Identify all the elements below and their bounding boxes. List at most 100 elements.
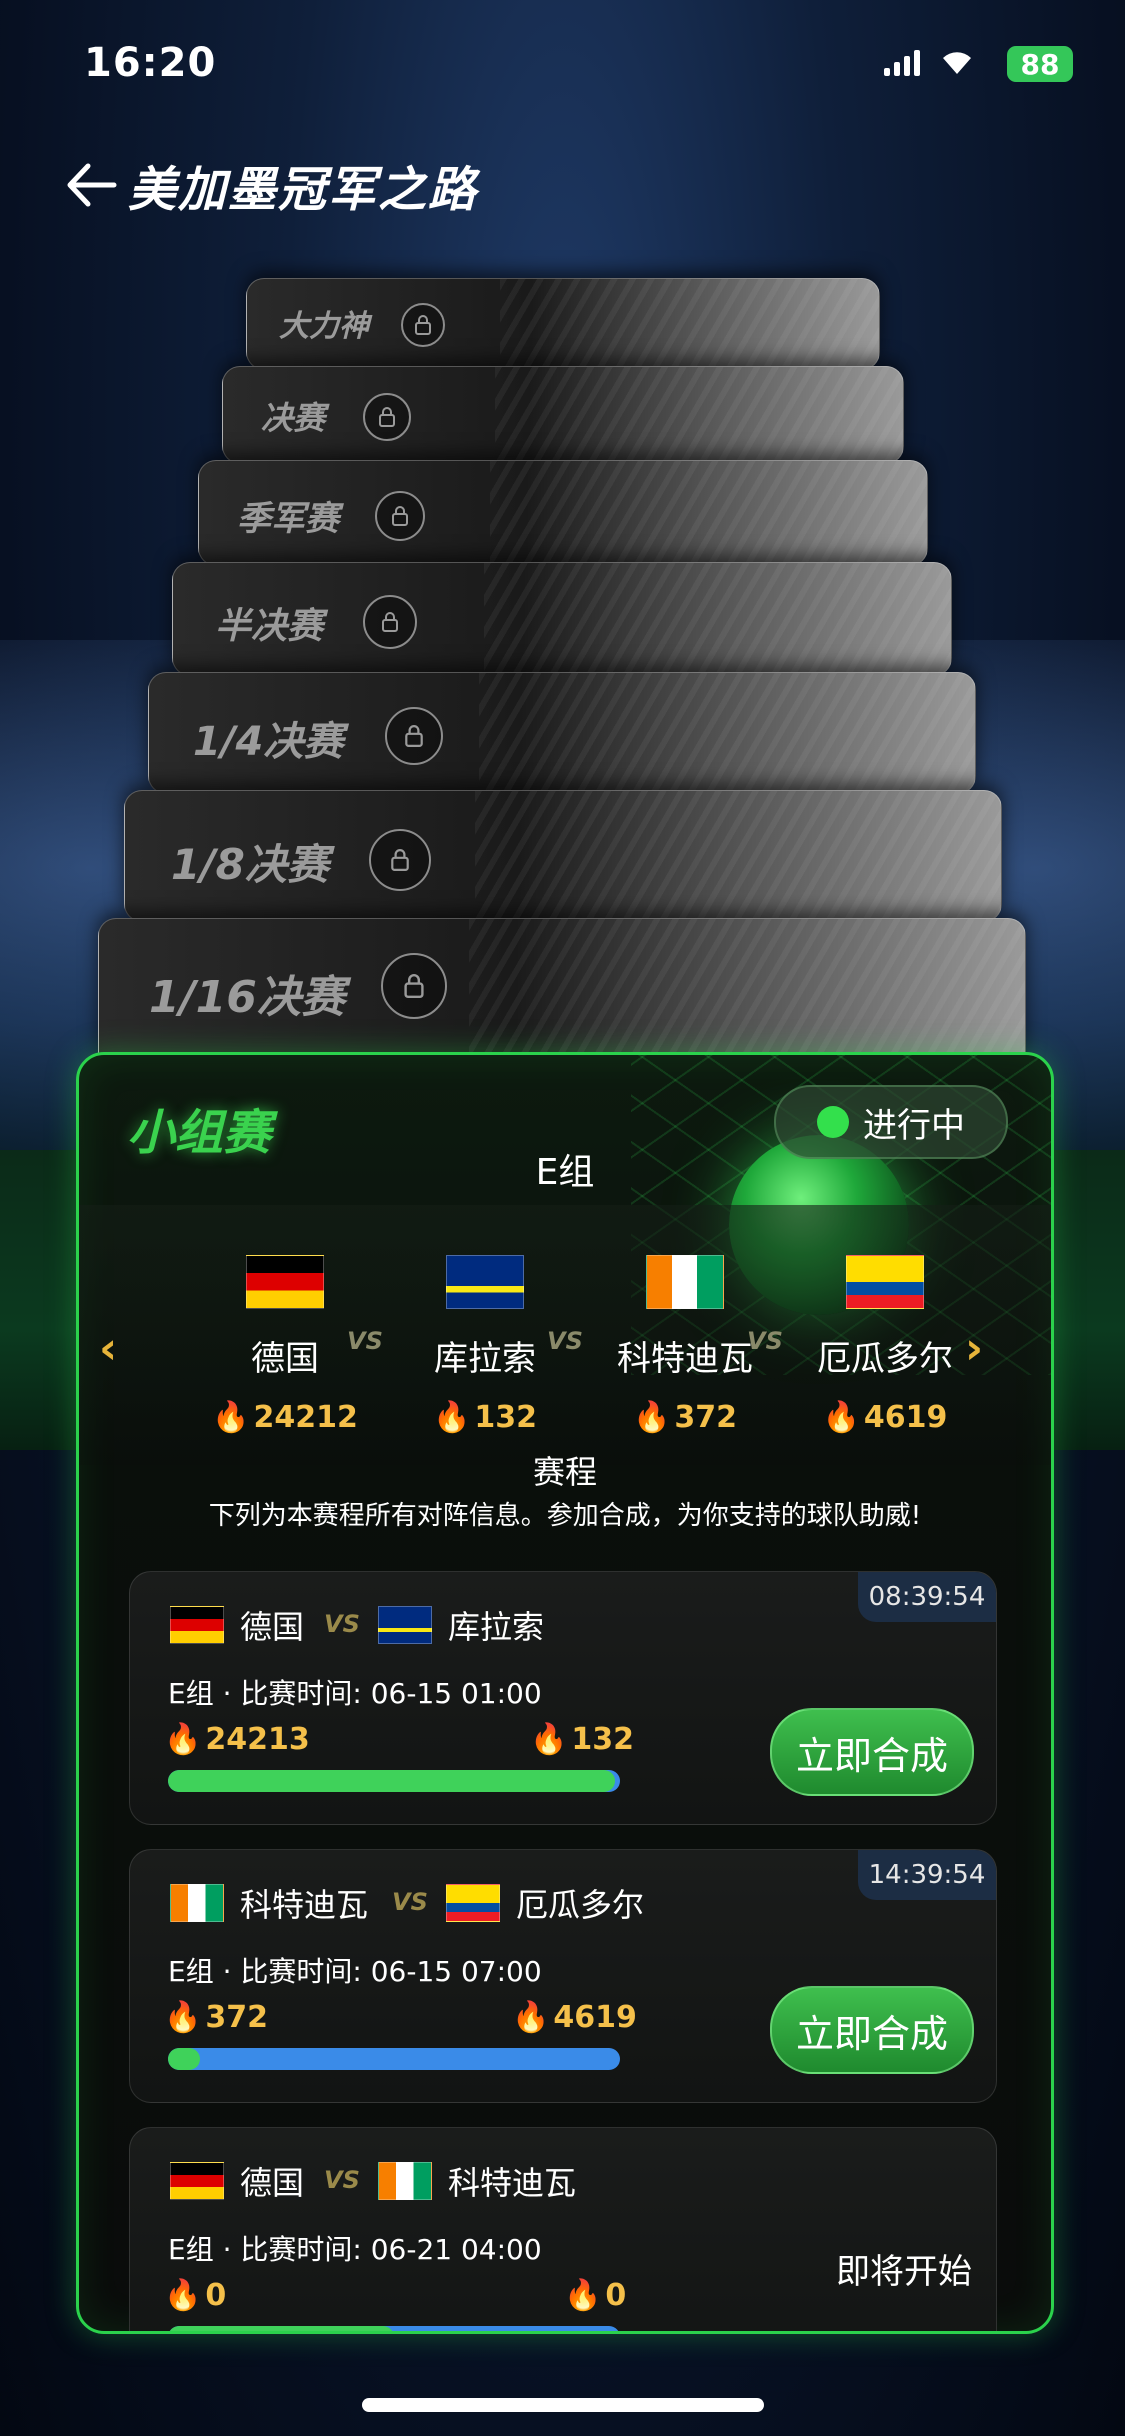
vs-label: VS — [747, 1327, 783, 1355]
support-bar — [168, 2048, 620, 2070]
away-heat-value: 132 — [571, 1722, 634, 1757]
home-team: 德国 — [170, 2158, 304, 2204]
fire-icon: 🔥 — [164, 1722, 202, 1757]
team-heat-value: 4619 — [863, 1400, 948, 1435]
match-info: E组 · 比赛时间: 06-15 07:00 — [168, 1955, 542, 1988]
match-card[interactable]: 德国 VS 科特迪瓦 E组 · 比赛时间: 06-21 04:00 🔥 0 🔥 0 … — [129, 2127, 997, 2331]
team-card[interactable]: 厄瓜多尔 🔥 4619 — [795, 1255, 975, 1435]
home-heat-value: 0 — [205, 2278, 227, 2313]
schedule-description: 下列为本赛程所有对阵信息。参加合成，为你支持的球队助威! — [208, 1501, 922, 1531]
germany-flag-icon — [246, 1255, 324, 1309]
team-heat: 🔥 4619 — [795, 1400, 975, 1435]
match-card[interactable]: 14:39:54 科特迪瓦 VS 厄瓜多尔 E组 · 比赛时间: 06-15 0… — [129, 1849, 997, 2103]
home-team-name: 德国 — [240, 2164, 305, 2202]
fire-icon: 🔥 — [212, 1400, 250, 1435]
away-team-name: 库拉索 — [448, 1608, 545, 1646]
stage-label: 大力神 — [279, 309, 369, 344]
vs-label: VS — [547, 1327, 583, 1355]
match-info: E组 · 比赛时间: 06-15 01:00 — [168, 1677, 542, 1710]
team-heat: 🔥 24212 — [195, 1400, 375, 1435]
germany-flag-icon — [170, 2162, 224, 2200]
germany-flag-icon — [170, 1606, 224, 1644]
away-heat-value: 0 — [605, 2278, 627, 2313]
lock-icon — [369, 829, 431, 891]
match-info: E组 · 比赛时间: 06-21 04:00 — [168, 2233, 542, 2266]
stage-label: 半决赛 — [215, 606, 324, 647]
stage-label: 决赛 — [261, 399, 326, 437]
battery-level: 88 — [1020, 47, 1060, 81]
home-support-fill — [168, 2048, 200, 2070]
lock-icon — [363, 393, 411, 441]
prev-arrow-icon[interactable]: ‹ — [99, 1323, 117, 1374]
home-heat-value: 372 — [205, 2000, 268, 2035]
vs-label: VS — [347, 1327, 383, 1355]
fire-icon: 🔥 — [164, 2000, 202, 2035]
stage-label: 季军赛 — [237, 499, 339, 539]
stage-card-quarterfinal[interactable]: 1/4决赛 — [148, 672, 976, 794]
curacao-flag-icon — [378, 1606, 432, 1644]
support-bar — [168, 1770, 620, 1792]
wifi-icon — [943, 52, 971, 74]
fire-icon: 🔥 — [530, 1722, 568, 1757]
home-heat: 🔥 0 — [164, 2278, 226, 2313]
away-team: 厄瓜多尔 — [446, 1880, 644, 1926]
home-heat: 🔥 372 — [164, 2000, 268, 2035]
team-heat-value: 24212 — [253, 1400, 358, 1435]
curacao-flag-icon — [446, 1255, 524, 1309]
group-name: E组 — [535, 1152, 595, 1193]
away-heat: 🔥 132 — [530, 1722, 634, 1757]
schedule-title: 赛程 — [532, 1453, 597, 1491]
group-stage-panel: 小组赛 进行中 E组 ‹ › 德国 🔥 24212 VS 库拉索 🔥 132 VS … — [76, 1052, 1054, 2334]
match-card[interactable]: 08:39:54 德国 VS 库拉索 E组 · 比赛时间: 06-15 01:0… — [129, 1571, 997, 1825]
ecuador-flag-icon — [446, 1884, 500, 1922]
team-heat-value: 372 — [674, 1400, 737, 1435]
ivory-coast-flag-icon — [378, 2162, 432, 2200]
back-arrow-icon[interactable] — [62, 160, 118, 210]
join-now-button[interactable]: 立即合成 — [770, 1708, 974, 1796]
stage-card-final[interactable]: 决赛 — [222, 366, 904, 464]
stage-card-round-of-16[interactable]: 1/8决赛 — [124, 790, 1002, 922]
stage-card-third-place[interactable]: 季军赛 — [198, 460, 928, 566]
ivory-coast-flag-icon — [170, 1884, 224, 1922]
stage-card-round-of-32[interactable]: 1/16决赛 — [98, 918, 1026, 1070]
home-support-fill — [168, 1770, 616, 1792]
vs-label: VS — [392, 1888, 428, 1916]
team-heat: 🔥 372 — [595, 1400, 775, 1435]
ivory-coast-flag-icon — [646, 1255, 724, 1309]
support-bar — [168, 2326, 620, 2331]
live-dot-icon — [817, 1106, 849, 1138]
countdown-badge: 08:39:54 — [858, 1572, 996, 1622]
home-heat: 🔥 24213 — [164, 1722, 310, 1757]
away-team-name: 厄瓜多尔 — [516, 1886, 645, 1924]
join-now-button[interactable]: 立即合成 — [770, 1986, 974, 2074]
vs-label: VS — [324, 1610, 360, 1638]
page-title: 美加墨冠军之路 — [128, 162, 479, 218]
home-team: 科特迪瓦 — [170, 1880, 368, 1926]
lock-icon — [381, 953, 447, 1019]
stage-card-semifinal[interactable]: 半决赛 — [172, 562, 952, 676]
ecuador-flag-icon — [846, 1255, 924, 1309]
fire-icon: 🔥 — [564, 2278, 602, 2313]
signal-icon — [884, 48, 920, 76]
team-heat: 🔥 132 — [395, 1400, 575, 1435]
team-name: 厄瓜多尔 — [817, 1339, 953, 1379]
status-time: 16:20 — [84, 40, 217, 86]
home-heat-value: 24213 — [205, 1722, 310, 1757]
lock-icon — [401, 303, 445, 347]
vs-label: VS — [324, 2166, 360, 2194]
upcoming-label: 即将开始 — [836, 2252, 972, 2292]
stage-card-trophy[interactable]: 大力神 — [246, 278, 880, 370]
countdown-badge: 14:39:54 — [858, 1850, 996, 1900]
away-team: 科特迪瓦 — [378, 2158, 576, 2204]
status-bar: 16:20 88 — [0, 0, 1125, 130]
away-heat: 🔥 0 — [564, 2278, 626, 2313]
fire-icon: 🔥 — [164, 2278, 202, 2313]
away-heat-value: 4619 — [553, 2000, 637, 2035]
away-team: 库拉索 — [378, 1602, 544, 1648]
away-team-name: 科特迪瓦 — [448, 2164, 577, 2202]
fire-icon: 🔥 — [822, 1400, 860, 1435]
lock-icon — [385, 707, 443, 765]
fire-icon: 🔥 — [512, 2000, 550, 2035]
lock-icon — [363, 595, 417, 649]
fire-icon: 🔥 — [433, 1400, 471, 1435]
